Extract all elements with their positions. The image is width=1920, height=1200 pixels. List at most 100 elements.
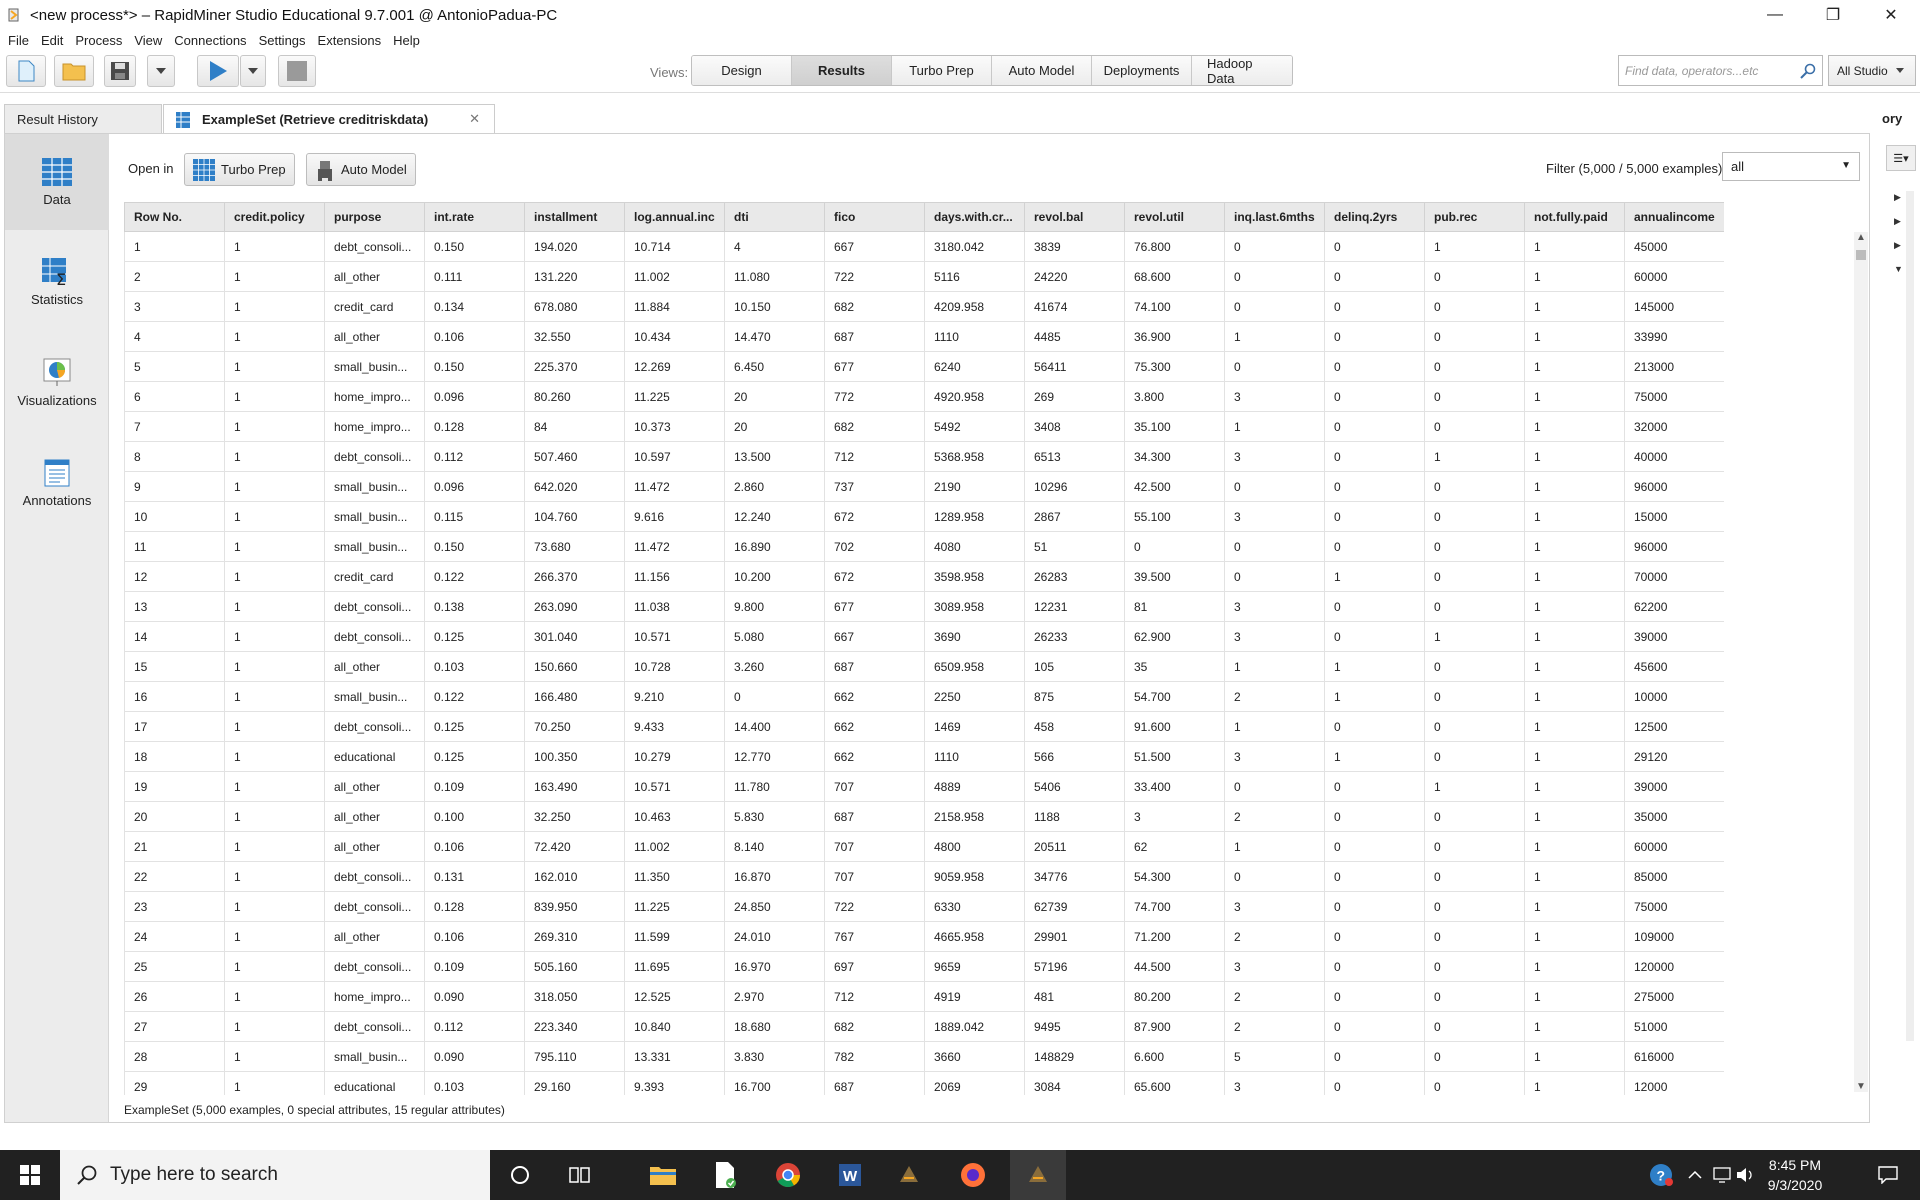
table-cell[interactable]: 1 xyxy=(224,711,325,742)
table-cell[interactable]: 75000 xyxy=(1624,891,1724,922)
table-cell[interactable]: 2 xyxy=(1224,981,1325,1012)
table-cell[interactable]: 3.800 xyxy=(1124,381,1225,412)
table-row[interactable]: 14 1 debt_consoli... 0.125 301.040 10.571 5.08… xyxy=(124,621,1724,652)
table-cell[interactable]: 25 xyxy=(124,951,225,982)
table-cell[interactable]: 0.128 xyxy=(424,411,525,442)
table-cell[interactable]: 18.680 xyxy=(724,1011,825,1042)
table-cell[interactable]: 0 xyxy=(1324,351,1425,382)
menu-extensions[interactable]: Extensions xyxy=(318,33,382,48)
table-cell[interactable]: 85000 xyxy=(1624,861,1724,892)
column-header[interactable]: revol.bal xyxy=(1024,202,1125,232)
table-cell[interactable]: small_busin... xyxy=(324,351,425,382)
table-cell[interactable]: small_busin... xyxy=(324,531,425,562)
column-header[interactable]: installment xyxy=(524,202,625,232)
table-row[interactable]: 16 1 small_busin... 0.122 166.480 9.210 0 662 22… xyxy=(124,681,1724,712)
table-cell[interactable]: 0.122 xyxy=(424,561,525,592)
table-cell[interactable]: 40000 xyxy=(1624,441,1724,472)
table-cell[interactable]: 678.080 xyxy=(524,291,625,322)
table-cell[interactable]: 96000 xyxy=(1624,471,1724,502)
table-cell[interactable]: 0.090 xyxy=(424,1041,525,1072)
table-cell[interactable]: 566 xyxy=(1024,741,1125,772)
table-cell[interactable]: home_impro... xyxy=(324,981,425,1012)
sidebar-item-annotations[interactable]: Annotations xyxy=(5,434,109,530)
table-cell[interactable]: 0 xyxy=(1324,1041,1425,1072)
table-row[interactable]: 23 1 debt_consoli... 0.128 839.950 11.225 24.8… xyxy=(124,891,1724,922)
table-cell[interactable]: all_other xyxy=(324,831,425,862)
table-cell[interactable]: 11.002 xyxy=(624,831,725,862)
table-cell[interactable]: 21 xyxy=(124,831,225,862)
table-cell[interactable]: 26 xyxy=(124,981,225,1012)
menu-edit[interactable]: Edit xyxy=(41,33,63,48)
table-cell[interactable]: 7 xyxy=(124,411,225,442)
table-cell[interactable]: 707 xyxy=(824,831,925,862)
table-cell[interactable]: 24220 xyxy=(1024,261,1125,292)
table-cell[interactable]: 1 xyxy=(224,1041,325,1072)
table-cell[interactable]: 39000 xyxy=(1624,621,1724,652)
table-cell[interactable]: 11.350 xyxy=(624,861,725,892)
table-cell[interactable]: 0.111 xyxy=(424,261,525,292)
table-cell[interactable]: 1 xyxy=(1524,291,1625,322)
table-cell[interactable]: 1110 xyxy=(924,321,1025,352)
system-clock[interactable]: 8:45 PM 9/3/2020 xyxy=(1750,1155,1840,1195)
table-cell[interactable]: 0.096 xyxy=(424,471,525,502)
table-cell[interactable]: 11.156 xyxy=(624,561,725,592)
table-cell[interactable]: 11.002 xyxy=(624,261,725,292)
table-cell[interactable]: 0 xyxy=(1424,801,1525,832)
table-cell[interactable]: 56411 xyxy=(1024,351,1125,382)
table-cell[interactable]: 662 xyxy=(824,711,925,742)
table-cell[interactable]: 0 xyxy=(1424,861,1525,892)
table-cell[interactable]: 11.780 xyxy=(724,771,825,802)
table-cell[interactable]: debt_consoli... xyxy=(324,591,425,622)
table-cell[interactable]: 3 xyxy=(1224,951,1325,982)
table-cell[interactable]: 10.434 xyxy=(624,321,725,352)
table-cell[interactable]: 19 xyxy=(124,771,225,802)
table-cell[interactable]: 1 xyxy=(224,1011,325,1042)
table-cell[interactable]: 0.150 xyxy=(424,351,525,382)
table-cell[interactable]: 0 xyxy=(1324,471,1425,502)
table-cell[interactable]: 213000 xyxy=(1624,351,1724,382)
table-cell[interactable]: 51 xyxy=(1024,531,1125,562)
table-cell[interactable]: 0 xyxy=(1224,291,1325,322)
table-cell[interactable]: 2.970 xyxy=(724,981,825,1012)
table-cell[interactable]: 10.714 xyxy=(624,231,725,262)
table-cell[interactable]: 3 xyxy=(1224,621,1325,652)
table-cell[interactable]: 737 xyxy=(824,471,925,502)
table-cell[interactable]: all_other xyxy=(324,801,425,832)
table-cell[interactable]: 44.500 xyxy=(1124,951,1225,982)
table-cell[interactable]: 682 xyxy=(824,1011,925,1042)
dock-scrollbar[interactable] xyxy=(1906,191,1914,1041)
table-cell[interactable]: 70000 xyxy=(1624,561,1724,592)
table-cell[interactable]: 1 xyxy=(1324,741,1425,772)
view-deployments[interactable]: Deployments xyxy=(1092,56,1192,85)
save-button[interactable] xyxy=(104,55,136,87)
menu-help[interactable]: Help xyxy=(393,33,420,48)
table-cell[interactable]: 3 xyxy=(1224,441,1325,472)
table-cell[interactable]: 1 xyxy=(1324,681,1425,712)
table-cell[interactable]: 1 xyxy=(224,741,325,772)
table-cell[interactable]: 1 xyxy=(1524,231,1625,262)
global-search-input[interactable]: Find data, operators...etc xyxy=(1618,55,1823,86)
table-cell[interactable]: 6509.958 xyxy=(924,651,1025,682)
table-cell[interactable]: 81 xyxy=(1124,591,1225,622)
table-cell[interactable]: 458 xyxy=(1024,711,1125,742)
table-cell[interactable]: 0.131 xyxy=(424,861,525,892)
table-cell[interactable]: 14 xyxy=(124,621,225,652)
table-cell[interactable]: 225.370 xyxy=(524,351,625,382)
table-cell[interactable]: 4080 xyxy=(924,531,1025,562)
table-cell[interactable]: debt_consoli... xyxy=(324,1011,425,1042)
table-cell[interactable]: 687 xyxy=(824,801,925,832)
rapidminer-active-button[interactable] xyxy=(1010,1150,1066,1200)
table-cell[interactable]: 2158.958 xyxy=(924,801,1025,832)
table-cell[interactable]: 672 xyxy=(824,561,925,592)
table-cell[interactable]: 839.950 xyxy=(524,891,625,922)
table-cell[interactable]: 0 xyxy=(1324,231,1425,262)
table-cell[interactable]: 0.150 xyxy=(424,531,525,562)
table-cell[interactable]: small_busin... xyxy=(324,471,425,502)
table-row[interactable]: 3 1 credit_card 0.134 678.080 11.884 10.150 682… xyxy=(124,291,1724,322)
table-row[interactable]: 6 1 home_impro... 0.096 80.260 11.225 20 772 492… xyxy=(124,381,1724,412)
view-hadoop-data[interactable]: Hadoop Data xyxy=(1192,56,1292,85)
table-cell[interactable]: 13.500 xyxy=(724,441,825,472)
open-in-turbo-prep-button[interactable]: Turbo Prep xyxy=(184,153,295,186)
table-cell[interactable]: 0 xyxy=(1324,261,1425,292)
table-cell[interactable]: 782 xyxy=(824,1041,925,1072)
